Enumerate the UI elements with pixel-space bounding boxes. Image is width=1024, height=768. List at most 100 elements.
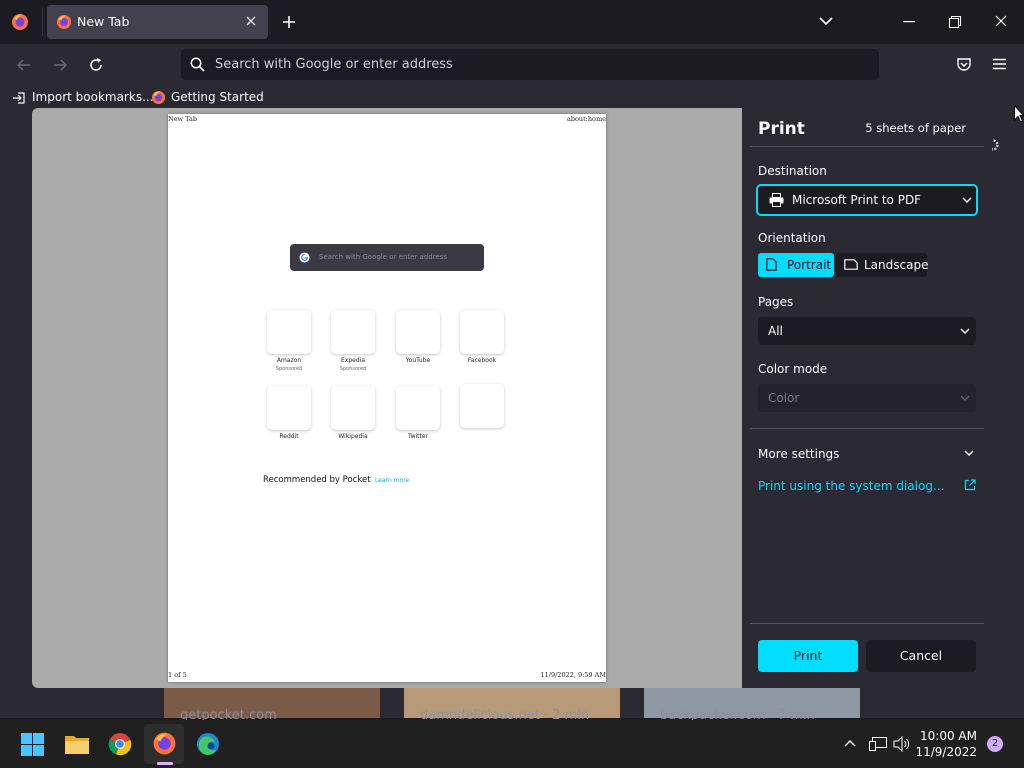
network-icon[interactable] <box>869 736 887 752</box>
bookmarks-toolbar: Import bookmarks... Getting Started <box>0 86 1024 110</box>
print-title: Print <box>758 119 805 139</box>
page-header-left: New Tab <box>168 115 198 123</box>
chevron-down-icon <box>960 328 970 335</box>
destination-label: Destination <box>758 164 827 178</box>
tile-label: Wikipedia <box>338 433 368 440</box>
firefox-view-icon[interactable] <box>11 13 29 31</box>
search-icon <box>190 57 205 72</box>
chevron-down-icon <box>960 395 970 402</box>
firefox-taskbar-icon[interactable] <box>152 731 177 756</box>
edge-icon[interactable] <box>196 732 220 756</box>
tile-label: Reddit <box>279 433 299 440</box>
top-site-tile <box>396 386 440 430</box>
chevron-down-icon <box>962 197 972 204</box>
minimize-icon[interactable] <box>903 21 915 23</box>
tile-label: YouTube <box>405 357 431 364</box>
print-preview-area[interactable]: New Tab about:home Search with Google or… <box>32 108 742 688</box>
chevron-down-icon[interactable] <box>964 450 974 457</box>
top-site-tile <box>267 386 311 430</box>
bookmark-getting-started[interactable]: Getting Started <box>171 90 264 104</box>
tile-label: Twitter <box>407 433 429 440</box>
print-preview-page: New Tab about:home Search with Google or… <box>168 114 606 682</box>
close-window-icon[interactable] <box>995 15 1007 27</box>
sheet-count: 5 sheets of paper <box>865 121 966 135</box>
windows-start-icon[interactable] <box>21 733 44 756</box>
portrait-icon <box>766 258 777 271</box>
preview-search-text: Search with Google or enter address <box>319 253 448 261</box>
tile-label: Amazon <box>276 357 302 364</box>
firefox-bookmark-icon <box>151 90 166 105</box>
forward-icon[interactable] <box>52 57 68 73</box>
color-mode-value: Color <box>768 391 800 405</box>
active-indicator <box>157 762 173 765</box>
tile-label: Facebook <box>467 357 497 364</box>
chrome-icon[interactable] <box>108 732 132 756</box>
external-link-icon[interactable] <box>964 479 976 491</box>
tab-title: New Tab <box>77 14 130 29</box>
tile-sponsored: Sponsored <box>339 366 367 372</box>
new-tab-plus-icon[interactable] <box>282 15 296 29</box>
notification-badge[interactable]: 2 <box>987 736 1003 752</box>
top-site-tile <box>460 384 504 428</box>
tile-label: Expedia <box>341 357 365 364</box>
firefox-favicon-icon <box>56 14 72 30</box>
restore-icon[interactable] <box>949 16 961 28</box>
close-tab-icon[interactable] <box>245 15 257 27</box>
printer-icon <box>769 193 784 207</box>
print-dialog: New Tab about:home Search with Google or… <box>32 108 992 688</box>
top-site-tile <box>331 310 375 354</box>
bookmark-import[interactable]: Import bookmarks... <box>32 90 154 104</box>
volume-icon[interactable] <box>893 736 911 752</box>
tab-new-tab[interactable]: New Tab <box>47 5 268 39</box>
clock-time[interactable]: 10:00 AM <box>920 729 977 743</box>
color-mode-select[interactable]: Color <box>758 384 976 412</box>
top-site-tile <box>267 310 311 354</box>
top-site-tile <box>460 310 504 354</box>
destination-value: Microsoft Print to PDF <box>792 193 922 207</box>
pocket-icon[interactable] <box>956 57 972 73</box>
landscape-icon <box>844 259 858 270</box>
import-icon <box>12 91 26 105</box>
print-settings-panel: Print 5 sheets of paper Destination Micr… <box>742 108 992 688</box>
clock-date[interactable]: 11/9/2022 <box>915 745 977 759</box>
file-explorer-icon[interactable] <box>64 733 90 755</box>
pages-value: All <box>768 324 783 338</box>
app-menu-icon[interactable] <box>992 58 1007 70</box>
google-icon <box>299 252 310 263</box>
pocket-learn-more: Learn more <box>375 477 410 484</box>
color-mode-label: Color mode <box>758 362 828 376</box>
divider <box>750 428 984 429</box>
preview-search-box: Search with Google or enter address <box>290 244 484 271</box>
tile-sponsored: Sponsored <box>275 366 303 372</box>
url-bar-placeholder: Search with Google or enter address <box>215 57 453 72</box>
pocket-heading: Recommended by Pocket <box>263 475 371 485</box>
page-footer-right: 11/9/2022, 9:59 AM <box>540 671 606 679</box>
orientation-label: Orientation <box>758 231 826 245</box>
page-footer-left: 1 of 5 <box>168 671 187 679</box>
print-button[interactable]: Print <box>758 640 858 672</box>
back-icon[interactable] <box>16 57 32 73</box>
reload-icon[interactable] <box>88 57 104 73</box>
system-dialog-link[interactable]: Print using the system dialog... <box>758 479 944 493</box>
divider <box>750 623 984 624</box>
mouse-cursor-icon <box>1014 105 1024 123</box>
more-settings-toggle[interactable]: More settings <box>758 447 839 461</box>
pages-select[interactable]: All <box>758 317 976 345</box>
navigation-toolbar: Search with Google or enter address <box>0 44 1024 86</box>
landscape-label: Landscape <box>864 258 929 272</box>
portrait-button[interactable]: Portrait <box>758 253 834 277</box>
divider <box>750 146 984 147</box>
top-site-tile <box>331 386 375 430</box>
top-site-tile <box>396 310 440 354</box>
list-all-tabs-chevron-icon[interactable] <box>819 16 833 26</box>
portrait-label: Portrait <box>787 258 832 272</box>
title-bar: New Tab <box>0 0 1024 44</box>
destination-select[interactable]: Microsoft Print to PDF <box>756 184 978 216</box>
show-hidden-icons-chevron-icon[interactable] <box>844 739 856 747</box>
landscape-button[interactable]: Landscape <box>836 253 929 277</box>
cancel-button[interactable]: Cancel <box>866 640 976 672</box>
windows-taskbar: 10:00 AM 11/9/2022 2 <box>0 720 1024 768</box>
pages-label: Pages <box>758 295 794 309</box>
url-bar[interactable]: Search with Google or enter address <box>181 49 879 80</box>
tab-divider <box>42 8 43 36</box>
